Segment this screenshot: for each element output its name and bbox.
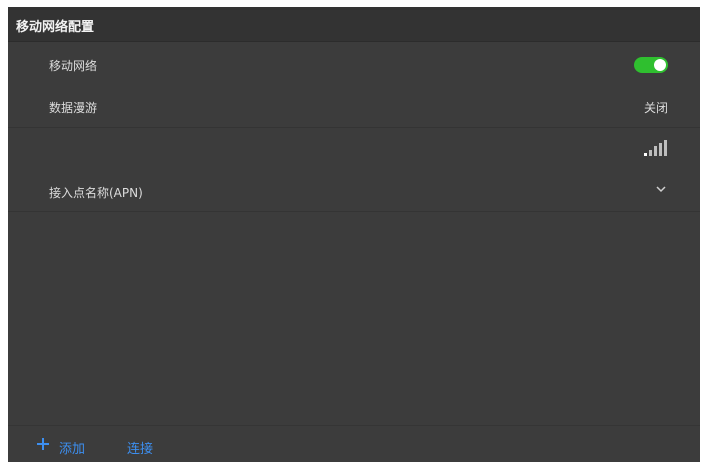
mobile-network-config-panel: 移动网络配置 移动网络 数据漫游 关闭 接入点名称(APN) 添加 连接 (8, 7, 700, 462)
mobile-network-label: 移动网络 (49, 59, 98, 73)
toggle-knob (654, 59, 666, 71)
signal-strength-icon (644, 140, 668, 156)
apn-label: 接入点名称(APN) (49, 186, 143, 200)
plus-icon[interactable] (36, 437, 50, 451)
panel-header: 移动网络配置 (8, 7, 700, 42)
data-roaming-label: 数据漫游 (49, 101, 98, 115)
add-button[interactable]: 添加 (59, 438, 85, 457)
mobile-network-row: 移动网络 (8, 42, 700, 88)
signal-row (8, 128, 700, 170)
connect-button[interactable]: 连接 (127, 438, 153, 457)
panel-footer: 添加 连接 (8, 425, 700, 463)
data-roaming-value: 关闭 (643, 101, 668, 115)
chevron-down-icon[interactable] (656, 184, 666, 194)
data-roaming-row[interactable]: 数据漫游 关闭 (8, 88, 700, 128)
apn-row[interactable]: 接入点名称(APN) (8, 170, 700, 212)
mobile-network-toggle[interactable] (634, 57, 668, 73)
panel-title: 移动网络配置 (16, 20, 95, 35)
